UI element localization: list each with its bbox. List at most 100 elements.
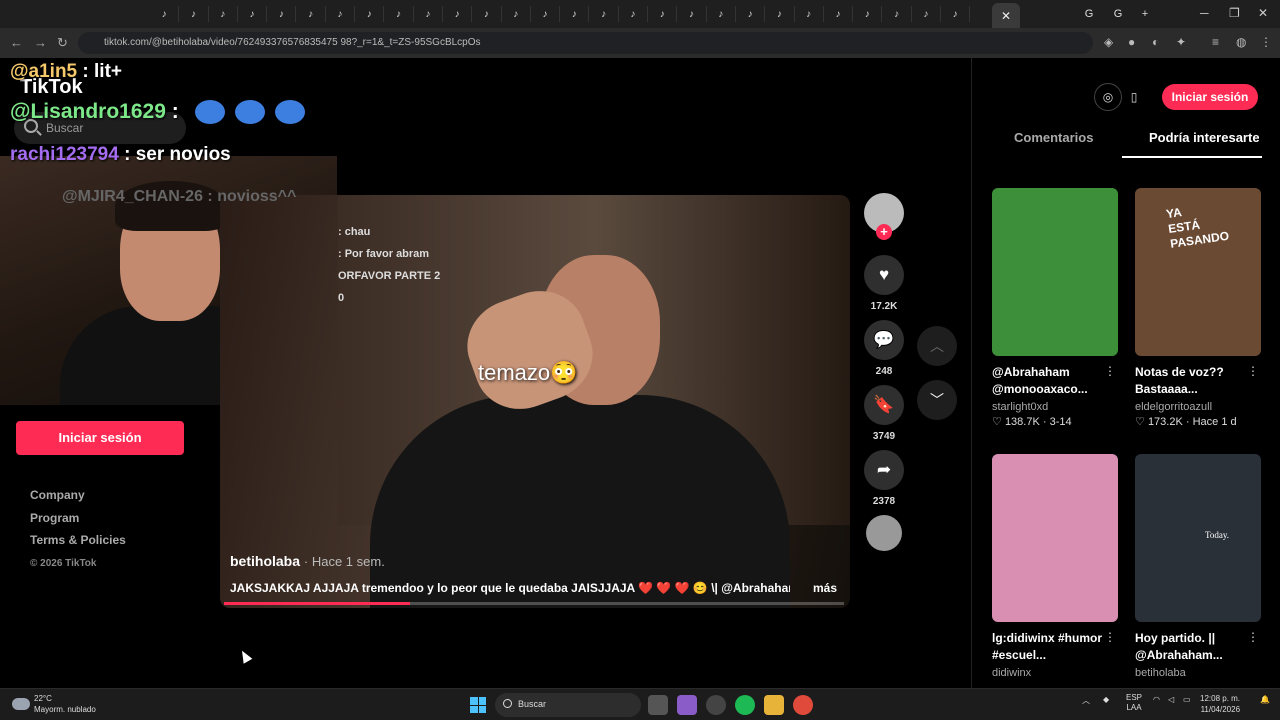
video-author[interactable]: betiholaba · Hace 1 sem. [230, 553, 385, 569]
tiktok-tab-icon[interactable]: ♪ [882, 6, 912, 22]
compass-icon[interactable]: ◎ [1094, 83, 1122, 111]
recommended-card[interactable]: @Abrahaham @monooaxaco... starlight0xd ♡… [992, 188, 1118, 428]
tiktok-tab-icon[interactable]: ♪ [560, 6, 590, 22]
card-thumbnail [992, 188, 1118, 356]
tiktok-tab-icon[interactable]: ♪ [296, 6, 326, 22]
card-author: betiholaba [1135, 667, 1186, 679]
tiktok-tab-icon[interactable]: ♪ [824, 6, 854, 22]
extension-icon[interactable]: ◈ [1104, 35, 1113, 49]
comment-icon[interactable]: 💬 [864, 320, 904, 360]
tiktok-tab-icon[interactable]: ♪ [941, 6, 971, 22]
tiktok-tab-icon[interactable]: ♪ [209, 6, 238, 22]
battery-icon[interactable]: ▭ [1183, 695, 1191, 704]
google-tab-icon[interactable]: G [1081, 6, 1097, 22]
like-count: 17.2K [870, 301, 898, 312]
back-icon[interactable]: ← [10, 35, 23, 50]
notification-icon[interactable]: 🔔 [1260, 695, 1270, 704]
tiktok-tab-icon[interactable]: ♪ [795, 6, 824, 22]
tray-app-icon[interactable]: ◆ [1103, 695, 1109, 704]
card-more-icon[interactable]: ⋮ [1104, 364, 1116, 378]
new-tab-button[interactable]: + [1137, 6, 1153, 22]
tiktok-tab-icon[interactable]: ♪ [179, 6, 209, 22]
active-tab-close-icon[interactable]: ✕ [992, 3, 1020, 28]
extension-icon-2[interactable]: ◐ [1152, 35, 1159, 49]
author-avatar[interactable]: + [864, 193, 904, 240]
music-disc-icon[interactable] [866, 515, 902, 551]
tiktok-tab-icon[interactable]: ♪ [326, 6, 356, 22]
google-tab-icon-2[interactable]: G [1110, 6, 1126, 22]
store-icon[interactable] [677, 695, 697, 715]
tiktok-tab-icon[interactable]: ♪ [355, 6, 385, 22]
file-explorer-icon[interactable] [764, 695, 784, 715]
footer-link-company[interactable]: Company [30, 488, 126, 511]
tiktok-tab-icon[interactable]: ♪ [707, 6, 736, 22]
previous-video-chevron-up-icon[interactable]: ︿ [917, 326, 957, 366]
share-icon[interactable]: ➦ [864, 450, 904, 490]
taskbar-search[interactable]: Buscar [495, 693, 641, 717]
language-indicator[interactable]: ESP LAA [1126, 693, 1142, 713]
footer-link-terms[interactable]: Terms & Policies [30, 533, 126, 556]
tab-strip[interactable]: ♪ ♪ ♪ ♪ ♪ ♪ ♪ ♪ ♪ ♪ ♪ ♪ ♪ ♪ ♪ ♪ ♪ ♪ ♪ ♪ ♪ ♪ ♪ ♪ ♪ ♪ ♪ ♪ [150, 6, 971, 22]
wifi-icon[interactable]: ◠ [1153, 695, 1160, 704]
task-view-icon[interactable] [648, 695, 668, 715]
tiktok-tab-icon[interactable]: ♪ [267, 6, 297, 22]
avatar-icon[interactable]: ◍ [1236, 35, 1246, 49]
tiktok-tab-icon[interactable]: ♪ [150, 6, 180, 22]
video-player[interactable]: : chau : Por favor abram ORFAVOR PARTE 2… [220, 195, 850, 608]
tab-recommended[interactable]: Podría interesarte [1149, 130, 1259, 145]
follow-plus-icon[interactable]: + [876, 224, 892, 240]
windows-taskbar: 22°C Mayorm. nublado Buscar ︿ ◆ ESP LAA … [0, 688, 1280, 720]
tiktok-tab-icon[interactable]: ♪ [677, 6, 707, 22]
address-bar[interactable]: tiktok.com/@betiholaba/video/76249337657… [78, 32, 1093, 54]
tiktok-tab-icon[interactable]: ♪ [238, 6, 268, 22]
forward-icon[interactable]: → [34, 35, 47, 50]
extensions-puzzle-icon[interactable]: ✦ [1176, 35, 1186, 49]
tiktok-tab-icon[interactable]: ♪ [472, 6, 502, 22]
tiktok-tab-icon[interactable]: ♪ [589, 6, 619, 22]
windows-start-icon[interactable] [470, 697, 486, 713]
recommended-card[interactable]: Today. Hoy partido. || @Abrahaham... bet… [1135, 454, 1261, 679]
tiktok-tab-icon[interactable]: ♪ [765, 6, 795, 22]
progress-bar[interactable] [224, 602, 844, 605]
tiktok-tab-icon[interactable]: ♪ [502, 6, 531, 22]
close-window-icon[interactable]: ✕ [1258, 6, 1268, 20]
tiktok-tab-icon[interactable]: ♪ [384, 6, 414, 22]
media-icon[interactable]: ≡ [1212, 35, 1219, 49]
overlay-chat-line-3: rachi123794 : ser novios [10, 144, 231, 166]
login-button[interactable]: Iniciar sesión [16, 421, 184, 455]
like-heart-icon[interactable]: ♥ [864, 255, 904, 295]
tiktok-tab-icon[interactable]: ♪ [619, 6, 649, 22]
minimize-icon[interactable]: ─ [1200, 6, 1209, 20]
volume-icon[interactable]: ◁ [1168, 695, 1174, 704]
tiktok-tab-icon[interactable]: ♪ [648, 6, 678, 22]
header-login-button[interactable]: Iniciar sesión [1162, 84, 1258, 110]
maximize-icon[interactable]: ❐ [1229, 6, 1240, 20]
reload-icon[interactable]: ↻ [57, 35, 68, 51]
recommended-card[interactable]: YA ESTÁ PASANDO Notas de voz?? Bastaaaa.… [1135, 188, 1261, 428]
tiktok-tab-icon[interactable]: ♪ [443, 6, 473, 22]
more-button[interactable]: más [813, 581, 837, 595]
bookmark-icon[interactable]: 🔖 [864, 385, 904, 425]
tiktok-tab-icon[interactable]: ♪ [853, 6, 883, 22]
card-more-icon[interactable]: ⋮ [1247, 364, 1259, 378]
next-video-chevron-down-icon[interactable]: ﹀ [917, 380, 957, 420]
recommended-card[interactable]: lg:didiwinx #humor #escuel... didiwinx ⋮ [992, 454, 1118, 679]
card-more-icon[interactable]: ⋮ [1247, 630, 1259, 644]
mobile-icon[interactable]: ▯ [1120, 83, 1148, 111]
card-more-icon[interactable]: ⋮ [1104, 630, 1116, 644]
clock[interactable]: 12:08 p. m. 11/04/2026 [1200, 693, 1240, 715]
chrome-icon[interactable] [793, 695, 813, 715]
tray-chevron-up-icon[interactable]: ︿ [1082, 695, 1090, 706]
tiktok-tab-icon[interactable]: ♪ [912, 6, 942, 22]
app-icon[interactable] [706, 695, 726, 715]
date: 11/04/2026 [1200, 705, 1241, 714]
spotify-icon[interactable] [735, 695, 755, 715]
profile-extension-icon[interactable]: ● [1128, 35, 1135, 49]
video-caption-overlay: temazo😳 [478, 360, 578, 385]
tiktok-tab-icon[interactable]: ♪ [414, 6, 443, 22]
menu-icon[interactable]: ⋮ [1260, 35, 1272, 49]
tiktok-tab-icon[interactable]: ♪ [736, 6, 766, 22]
tab-comments[interactable]: Comentarios [1014, 130, 1093, 145]
tiktok-tab-icon[interactable]: ♪ [531, 6, 561, 22]
footer-link-program[interactable]: Program [30, 511, 126, 534]
